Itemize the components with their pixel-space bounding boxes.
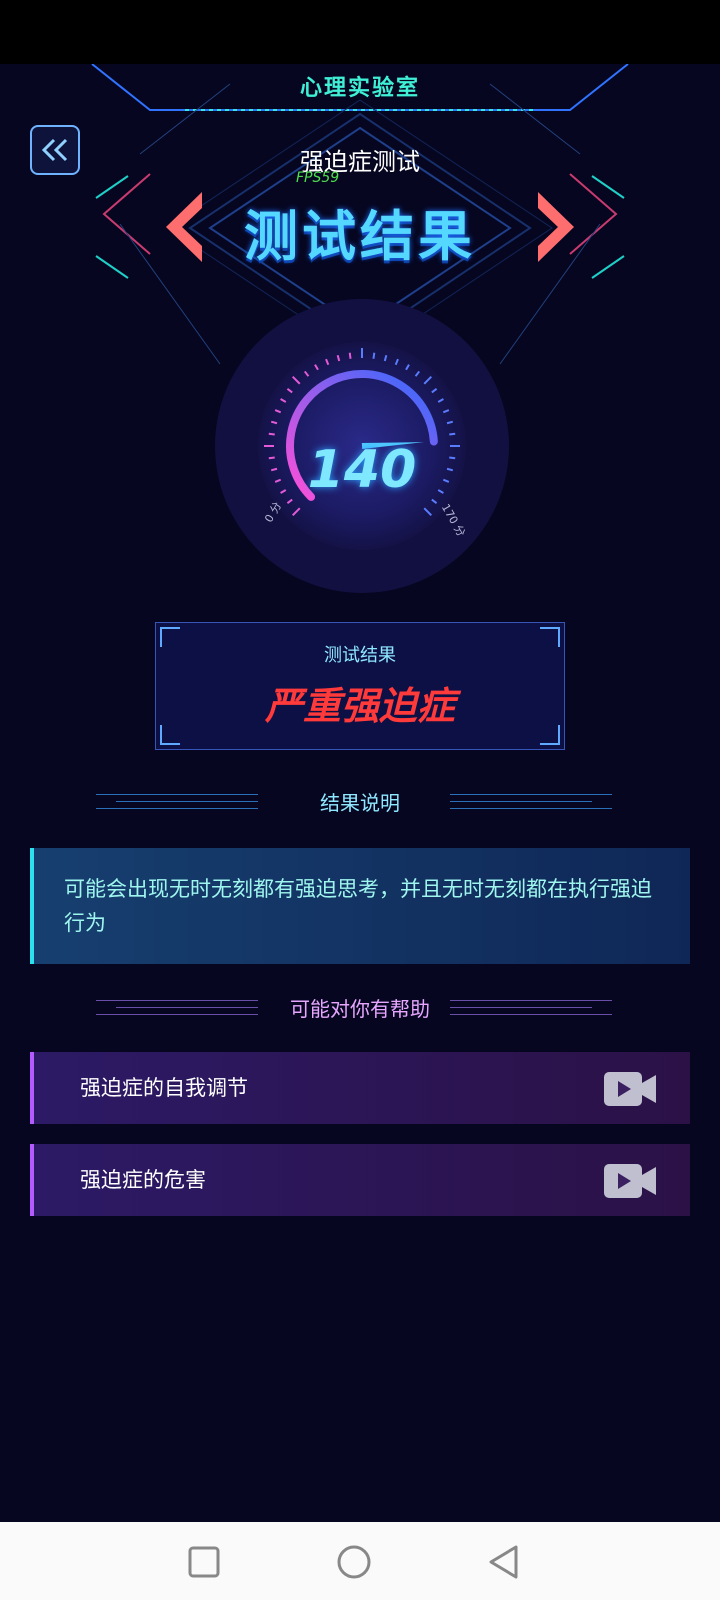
explanation-text: 可能会出现无时无刻都有强迫思考，并且无时无刻都在执行强迫行为 (30, 848, 690, 964)
gauge-tick (372, 352, 376, 359)
gauge-tick (449, 432, 456, 436)
page-title: 测试结果 (244, 205, 476, 268)
explanation-heading-text: 结果说明 (320, 791, 400, 815)
result-label: 测试结果 (324, 645, 396, 666)
result-value: 严重强迫症 (264, 683, 455, 728)
system-navigation-bar (0, 1522, 720, 1600)
video-play-icon (604, 1164, 656, 1198)
help-item-label: 强迫症的危害 (80, 1168, 206, 1192)
score-value: 140 (307, 440, 417, 500)
gauge-tick (268, 432, 275, 436)
help-heading: 可能对你有帮助 (0, 994, 720, 1024)
chevron-right-decoration-icon (538, 192, 574, 262)
result-card: 测试结果 严重强迫症 (155, 622, 565, 750)
explanation-heading: 结果说明 (0, 788, 720, 818)
recent-apps-icon[interactable] (186, 1544, 222, 1580)
help-heading-text: 可能对你有帮助 (290, 997, 430, 1021)
heading-divider-right (450, 794, 612, 812)
back-icon[interactable] (486, 1544, 522, 1580)
app-title: 心理实验室 (299, 76, 420, 101)
heading-divider-right (450, 1000, 612, 1018)
app-screen: 心理实验室 强迫症测试 FPS59 测试结果 140 0 分 170 分 测试结… (0, 64, 720, 1522)
help-item-label: 强迫症的自我调节 (80, 1076, 248, 1100)
home-icon[interactable] (336, 1544, 372, 1580)
gauge-tick (348, 352, 352, 359)
test-name: 强迫症测试 (300, 148, 420, 176)
help-item-self-regulation[interactable]: 强迫症的自我调节 (30, 1052, 690, 1124)
fps-counter: FPS59 (296, 170, 340, 186)
video-play-icon (604, 1072, 656, 1106)
status-bar (0, 0, 720, 64)
help-item-harm[interactable]: 强迫症的危害 (30, 1144, 690, 1216)
